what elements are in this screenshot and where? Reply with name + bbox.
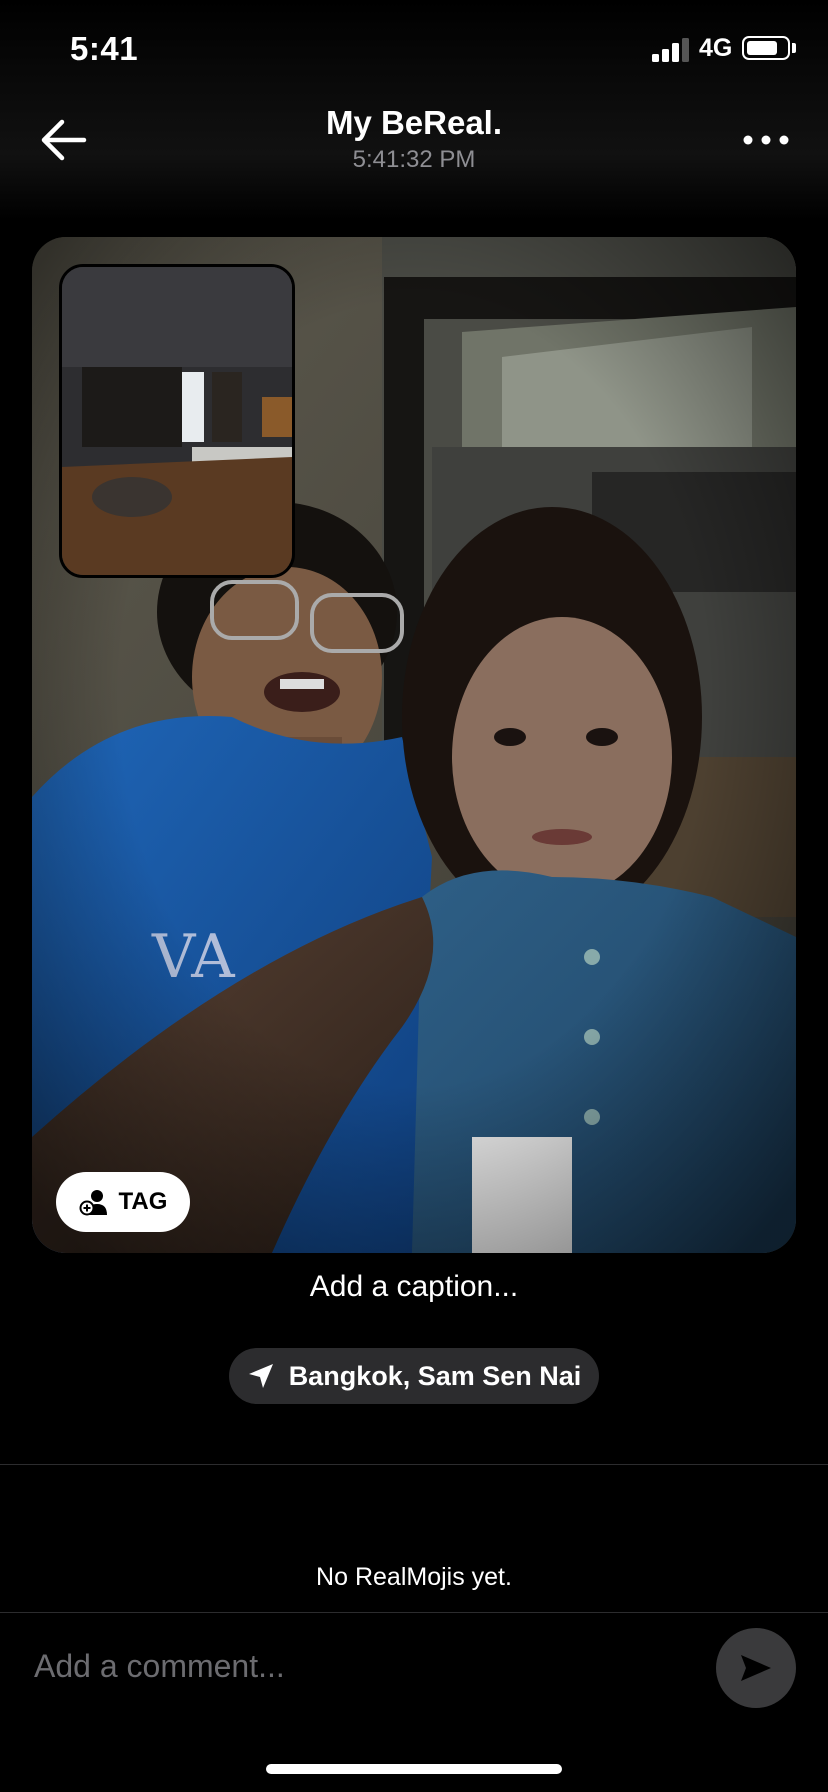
home-indicator <box>266 1764 562 1774</box>
status-time: 5:41 <box>70 30 139 67</box>
battery-tip <box>792 43 796 53</box>
network-type: 4G <box>699 34 733 62</box>
location-button[interactable]: Bangkok, Sam Sen Nai <box>229 1348 599 1404</box>
tag-button[interactable]: TAG <box>56 1172 190 1232</box>
ellipsis-icon <box>743 135 789 145</box>
inset-room-image <box>62 267 292 575</box>
battery-icon <box>742 36 790 60</box>
caption-field[interactable]: Add a caption... <box>0 1270 828 1304</box>
page-title: My BeReal. <box>325 104 503 141</box>
more-options-button[interactable] <box>740 126 792 154</box>
comment-input[interactable] <box>32 1640 676 1692</box>
inset-photo[interactable] <box>59 264 295 578</box>
tag-label: TAG <box>118 1188 168 1215</box>
add-person-icon <box>79 1190 107 1216</box>
send-icon <box>741 1655 771 1681</box>
divider-top <box>0 1464 828 1465</box>
post-timestamp: 5:41:32 PM <box>352 146 476 173</box>
location-label: Bangkok, Sam Sen Nai <box>288 1360 582 1391</box>
location-arrow-icon <box>248 1364 273 1388</box>
battery-level <box>747 41 777 55</box>
signal-icon <box>652 38 689 62</box>
send-button[interactable] <box>716 1628 796 1708</box>
realmojis-empty-text: No RealMojis yet. <box>316 1563 512 1591</box>
divider-bottom <box>0 1612 828 1613</box>
status-bar: 5:41 4G <box>0 0 828 96</box>
